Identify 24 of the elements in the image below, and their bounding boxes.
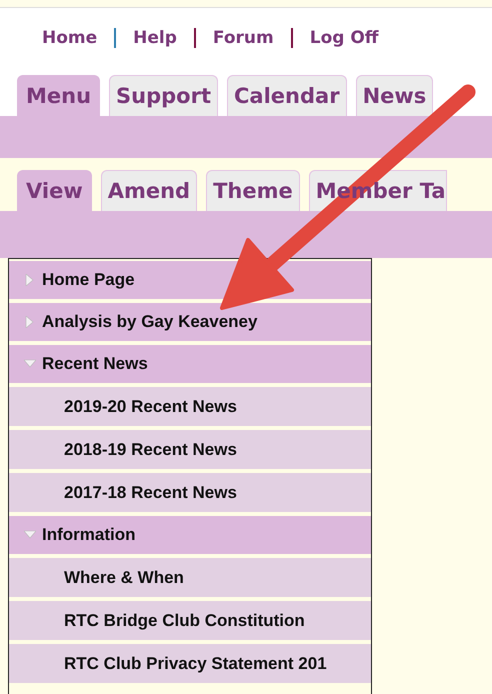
menu-item[interactable]: 2018-19 Recent News	[9, 430, 371, 469]
triangle-right-icon	[24, 316, 36, 328]
menu-group-item[interactable]: Analysis by Gay Keaveney	[9, 303, 371, 341]
menu-tab[interactable]: Calendar	[227, 75, 347, 116]
menu-item[interactable]: 2019-20 Recent News	[9, 387, 371, 426]
view-tab[interactable]: Theme	[206, 170, 300, 211]
top-link[interactable]: Home	[42, 28, 98, 48]
view-tab[interactable]: View	[17, 170, 92, 211]
menu-item[interactable]: 2017-18 Recent News	[9, 473, 371, 512]
menu-group-item[interactable]: Information	[9, 516, 371, 554]
menu-tab[interactable]: Menu	[17, 75, 100, 116]
top-link[interactable]: Log Off	[310, 28, 379, 48]
top-link[interactable]: Help	[133, 28, 177, 48]
triangle-right-icon	[24, 274, 36, 286]
top-link[interactable]: Forum	[212, 28, 274, 48]
menu-tab[interactable]: News	[356, 75, 434, 116]
triangle-down-icon	[24, 529, 36, 541]
triangle-down-icon	[24, 358, 36, 370]
menu-group-item[interactable]: Recent News	[9, 345, 371, 383]
menu-item[interactable]: RTC Club Privacy Statement 201	[9, 644, 371, 683]
menu-tab[interactable]: Support	[109, 75, 218, 116]
menu-item[interactable]: Where & When	[9, 558, 371, 597]
view-tab[interactable]: Amend	[100, 170, 198, 211]
menu-item[interactable]: RTC Bridge Club Constitution	[9, 601, 371, 640]
